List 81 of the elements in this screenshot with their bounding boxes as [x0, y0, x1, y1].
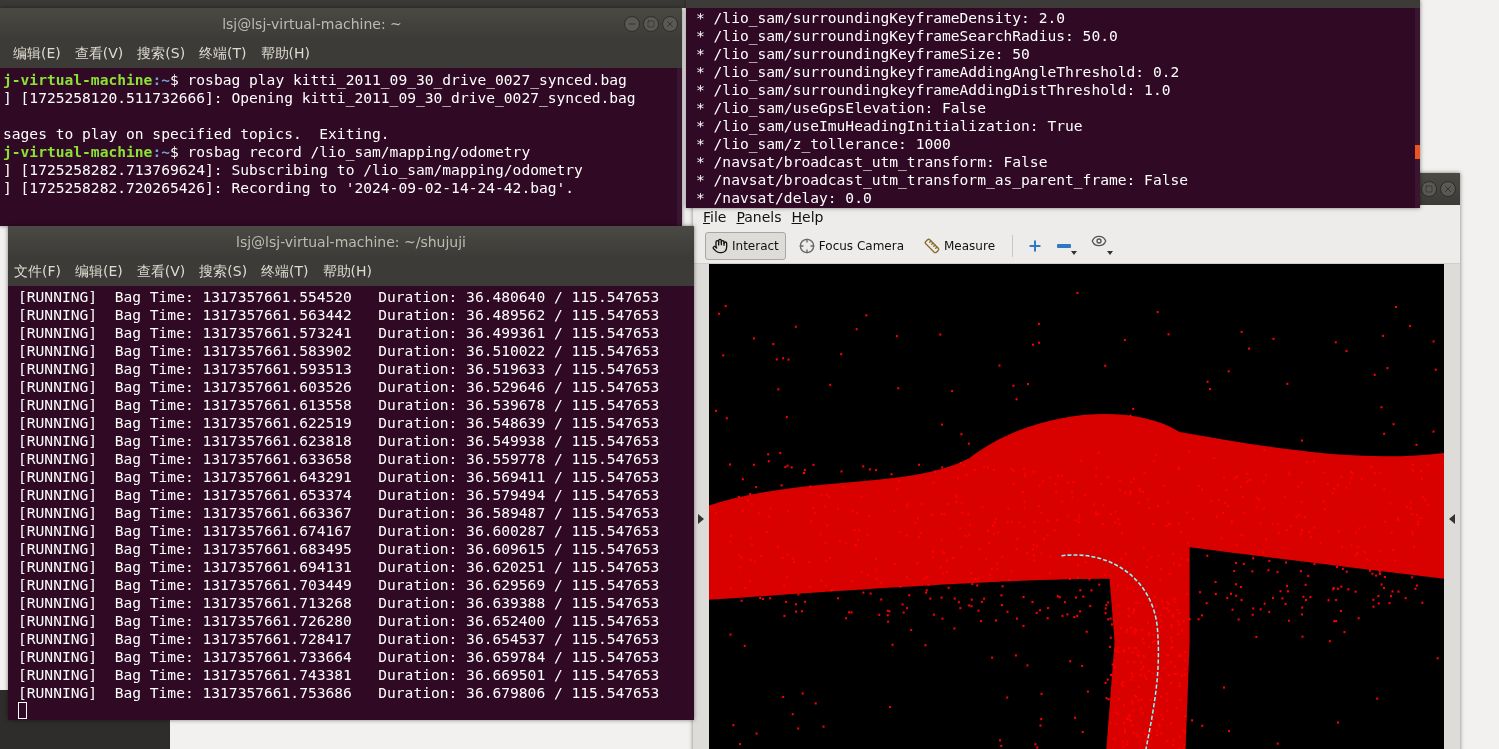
terminal-line: * /navsat/broadcast_utm_transform: False [696, 153, 1048, 171]
window-title: lsj@lsj-virtual-machine: ~/shujuji [235, 234, 467, 250]
terminal-line: * /lio_sam/surroundingKeyframeSearchRadius: 50.0 [696, 27, 1118, 45]
close-button[interactable] [1440, 181, 1456, 197]
terminal-line: [RUNNING] Bag Time: 1317357661.554520 Duration: 36.480640 / 115.547653 [18, 288, 660, 306]
scrollbar-thumb[interactable] [1415, 145, 1420, 159]
crosshair-icon [798, 238, 815, 254]
menu-item[interactable]: 搜索(S) [199, 263, 248, 281]
minus-icon [1057, 244, 1071, 248]
scrollbar[interactable] [677, 68, 682, 226]
terminal-line: [RUNNING] Bag Time: 1317357661.573241 Duration: 36.499361 / 115.547653 [18, 324, 660, 342]
eye-icon [1091, 233, 1107, 249]
menu-item[interactable]: 查看(V) [74, 45, 124, 63]
terminal-line: * /navsat/broadcast_utm_transform_as_parent_frame: False [696, 171, 1189, 189]
terminal-line: [RUNNING] Bag Time: 1317357661.726280 Duration: 36.652400 / 115.547653 [18, 612, 660, 630]
plus-icon [1027, 238, 1043, 254]
menu-item[interactable]: File [703, 209, 727, 225]
terminal-line: * /lio_sam/z_tollerance: 1000 [696, 135, 951, 153]
minimize-button[interactable] [624, 16, 640, 32]
terminal-line: * /lio_sam/useImuHeadingInitialization: True [696, 117, 1083, 135]
terminal-line: sages to play on specified topics. Exiting. [3, 125, 390, 143]
terminal-line: [RUNNING] Bag Time: 1317357661.593513 Duration: 36.519633 / 115.547653 [18, 360, 660, 378]
menu-item[interactable]: 搜索(S) [137, 45, 186, 63]
terminal-line: j-virtual-machine:~$ rosbag record /lio_sam/mapping/odometry [3, 143, 531, 161]
terminal-line: [RUNNING] Bag Time: 1317357661.743381 Duration: 36.669501 / 115.547653 [18, 666, 660, 684]
terminal-line: [RUNNING] Bag Time: 1317357661.683495 Duration: 36.609615 / 115.547653 [18, 540, 660, 558]
terminal-line: j-virtual-machine:~$ rosbag play kitti_2011_09_30_drive_0027_synced.bag [3, 71, 627, 89]
hand-icon [712, 238, 728, 254]
menu-item[interactable]: 终端(T) [261, 263, 309, 281]
ruler-icon [924, 238, 940, 254]
window-title: lsj@lsj-virtual-machine: ~ [221, 16, 403, 32]
terminal-line: [RUNNING] Bag Time: 1317357661.703449 Duration: 36.629569 / 115.547653 [18, 576, 660, 594]
terminal-line: [RUNNING] Bag Time: 1317357661.633658 Duration: 36.559778 / 115.547653 [18, 450, 660, 468]
terminal-line: ] [1725258282.713769624]: Subscribing to /lio_sam/mapping/odometry [3, 161, 583, 179]
terminal-line: [RUNNING] Bag Time: 1317357661.623818 Duration: 36.549938 / 115.547653 [18, 432, 660, 450]
maximize-button[interactable] [1421, 181, 1437, 197]
terminal-line: * /lio_sam/surroundingKeyframeDensity: 2.0 [696, 9, 1066, 27]
terminal-line: [RUNNING] Bag Time: 1317357661.622519 Duration: 36.548639 / 115.547653 [18, 414, 660, 432]
terminal-line: * /lio_sam/surroundingkeyframeAddingDistThreshold: 1.0 [696, 81, 1171, 99]
caret-icon [1071, 251, 1077, 255]
maximize-button[interactable] [643, 16, 659, 32]
menu-item[interactable]: 终端(T) [199, 45, 247, 63]
terminal-line: [RUNNING] Bag Time: 1317357661.733664 Duration: 36.659784 / 115.547653 [18, 648, 660, 666]
terminal-line: * /navsat/delay: 0.0 [696, 189, 872, 207]
menu-item[interactable]: Panels [736, 209, 782, 225]
terminal-line: [RUNNING] Bag Time: 1317357661.728417 Duration: 36.654537 / 115.547653 [18, 630, 660, 648]
expand-arrow-icon[interactable] [1449, 513, 1455, 524]
terminal-line: [RUNNING] Bag Time: 1317357661.563442 Duration: 36.489562 / 115.547653 [18, 306, 660, 324]
menu-item[interactable]: Help [791, 209, 824, 225]
close-icon [665, 19, 675, 29]
menu-item[interactable]: 编辑(E) [75, 263, 123, 281]
terminal-line: [RUNNING] Bag Time: 1317357661.694131 Duration: 36.620251 / 115.547653 [18, 558, 660, 576]
tool-button[interactable]: Interact [705, 232, 786, 260]
terminal-line: [RUNNING] Bag Time: 1317357661.753686 Duration: 36.679806 / 115.547653 [18, 684, 660, 702]
terminal-line: * /lio_sam/surroundingKeyframeSize: 50 [696, 45, 1030, 63]
menu-item[interactable]: 帮助(H) [322, 263, 373, 281]
menu-item[interactable]: 编辑(E) [13, 45, 61, 63]
terminal-line: [RUNNING] Bag Time: 1317357661.653374 Duration: 36.579494 / 115.547653 [18, 486, 660, 504]
scrollbar[interactable] [1415, 8, 1420, 208]
tool-button[interactable]: Measure [917, 232, 1002, 260]
terminal-line: [RUNNING] Bag Time: 1317357661.674167 Duration: 36.600287 / 115.547653 [18, 522, 660, 540]
terminal-line: [RUNNING] Bag Time: 1317357661.613558 Duration: 36.539678 / 115.547653 [18, 396, 660, 414]
menu-item[interactable]: 查看(V) [136, 263, 186, 281]
terminal-line: ] [1725258282.720265426]: Recording to '2024-09-02-14-24-42.bag'. [3, 179, 575, 197]
maximize-icon [647, 20, 655, 28]
close-icon [1443, 184, 1453, 194]
menu-item[interactable]: 文件(F) [14, 263, 61, 281]
terminal-line: [RUNNING] Bag Time: 1317357661.713268 Duration: 36.639388 / 115.547653 [18, 594, 660, 612]
terminal-line: * /lio_sam/surroundingkeyframeAddingAngleThreshold: 0.2 [696, 63, 1180, 81]
terminal-line: * /lio_sam/useGpsElevation: False [696, 99, 986, 117]
caret-icon [1107, 251, 1113, 255]
close-button[interactable] [662, 16, 678, 32]
terminal-line: ] [1725258120.511732666]: Opening kitti_2011_09_30_drive_0027_synced.bag [3, 89, 636, 107]
terminal-line: [RUNNING] Bag Time: 1317357661.663367 Duration: 36.589487 / 115.547653 [18, 504, 660, 522]
expand-arrow-icon[interactable] [698, 513, 704, 524]
terminal-line: [RUNNING] Bag Time: 1317357661.583902 Duration: 36.510022 / 115.547653 [18, 342, 660, 360]
maximize-icon [1425, 185, 1433, 193]
terminal-line: [RUNNING] Bag Time: 1317357661.603526 Duration: 36.529646 / 115.547653 [18, 378, 660, 396]
terminal-line: [RUNNING] Bag Time: 1317357661.643291 Duration: 36.569411 / 115.547653 [18, 468, 660, 486]
tool-button[interactable]: Focus Camera [791, 232, 911, 260]
menu-item[interactable]: 帮助(H) [260, 45, 311, 63]
